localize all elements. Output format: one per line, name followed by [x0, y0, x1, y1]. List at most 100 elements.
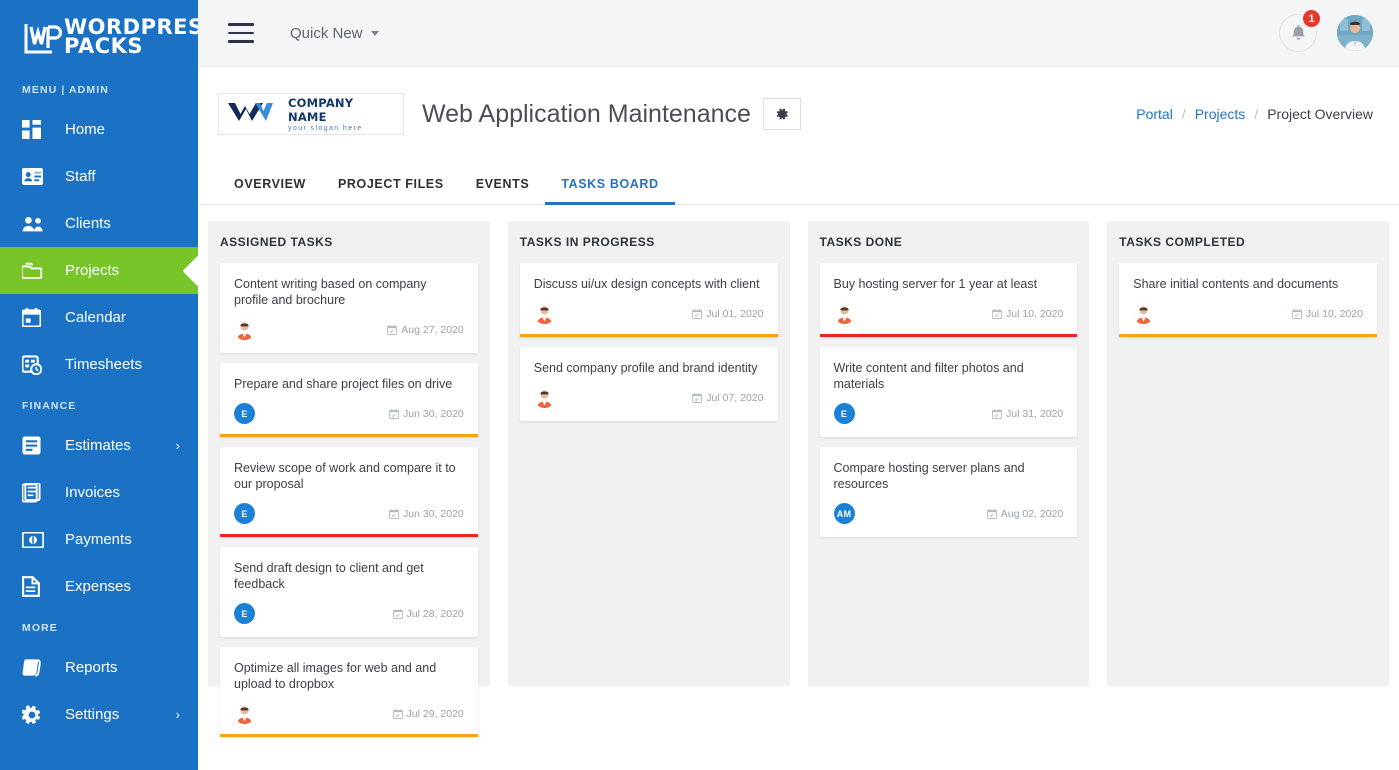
sidebar-item-clients[interactable]: Clients	[0, 200, 198, 247]
assignee-avatar-initials[interactable]: E	[234, 503, 255, 524]
calendar-icon	[389, 409, 399, 419]
task-due-date-label: Jun 30, 2020	[403, 408, 464, 420]
task-footer: Jul 10, 2020	[1133, 303, 1363, 324]
board-column-title: TASKS DONE	[820, 235, 1078, 249]
assignee-avatar-photo[interactable]	[234, 703, 255, 724]
board-column-title: TASKS IN PROGRESS	[520, 235, 778, 249]
company-logo-mark-icon	[226, 99, 284, 130]
assignee-avatar-photo[interactable]	[1133, 303, 1154, 324]
assignee-avatar-initials[interactable]: E	[234, 603, 255, 624]
task-card[interactable]: Buy hosting server for 1 year at leastJu…	[820, 263, 1078, 337]
task-card[interactable]: Send draft design to client and get feed…	[220, 547, 478, 637]
quick-new-label: Quick New	[290, 25, 363, 42]
task-card[interactable]: Write content and filter photos and mate…	[820, 347, 1078, 437]
calendar-icon	[393, 609, 403, 619]
assignee-avatar-photo[interactable]	[234, 319, 255, 340]
sidebar-item-payments[interactable]: Payments	[0, 516, 198, 563]
assignee-avatar-initials[interactable]: AM	[834, 503, 855, 524]
task-card[interactable]: Share initial contents and documentsJul …	[1119, 263, 1377, 337]
task-footer: Jul 01, 2020	[534, 303, 764, 324]
task-due-date: Jul 10, 2020	[992, 308, 1063, 320]
sidebar-section-label: MORE	[0, 610, 198, 644]
task-card[interactable]: Prepare and share project files on drive…	[220, 363, 478, 437]
breadcrumb-separator: /	[1182, 106, 1186, 122]
dashboard-icon	[22, 119, 48, 141]
estimate-icon	[22, 435, 48, 457]
task-due-date-label: Jul 01, 2020	[706, 308, 763, 320]
task-due-date: Jul 28, 2020	[393, 608, 464, 620]
folder-icon	[22, 260, 48, 282]
task-title: Write content and filter photos and mate…	[834, 360, 1064, 392]
calendar-icon	[987, 509, 997, 519]
sidebar-item-expenses[interactable]: Expenses	[0, 563, 198, 610]
task-card[interactable]: Optimize all images for web and and uplo…	[220, 647, 478, 737]
sidebar-item-home[interactable]: Home	[0, 106, 198, 153]
tab-events[interactable]: EVENTS	[460, 177, 546, 204]
sidebar-item-timesheets[interactable]: Timesheets	[0, 341, 198, 388]
top-bar: Quick New 1	[198, 0, 1399, 67]
task-due-date: Jul 29, 2020	[393, 708, 464, 720]
sidebar-item-invoices[interactable]: Invoices	[0, 469, 198, 516]
sidebar-item-label: Invoices	[65, 484, 198, 501]
calendar-icon	[992, 409, 1002, 419]
task-card[interactable]: Content writing based on company profile…	[220, 263, 478, 353]
user-avatar[interactable]	[1337, 15, 1373, 51]
task-due-date-label: Jul 31, 2020	[1006, 408, 1063, 420]
task-card[interactable]: Discuss ui/ux design concepts with clien…	[520, 263, 778, 337]
breadcrumb-item-projects[interactable]: Projects	[1195, 106, 1246, 122]
sidebar-nav: MENU | ADMINHomeStaff Clients ProjectsCale…	[0, 72, 198, 738]
tab-overview[interactable]: OVERVIEW	[218, 177, 322, 204]
company-name-label: COMPANY NAME	[288, 96, 396, 124]
sidebar-item-calendar[interactable]: Calendar	[0, 294, 198, 341]
sidebar-item-projects[interactable]: Projects	[0, 247, 198, 294]
money-icon	[22, 529, 48, 551]
sidebar-item-reports[interactable]: Reports	[0, 644, 198, 691]
sidebar-item-label: Settings	[65, 706, 176, 723]
task-due-date: Jul 10, 2020	[1292, 308, 1363, 320]
sidebar-item-estimates[interactable]: Estimates›	[0, 422, 198, 469]
assignee-avatar-initials[interactable]: E	[834, 403, 855, 424]
people-icon	[22, 213, 48, 235]
task-card[interactable]: Send company profile and brand identityJ…	[520, 347, 778, 421]
main-area: Quick New 1	[198, 0, 1399, 770]
task-title: Discuss ui/ux design concepts with clien…	[534, 276, 764, 292]
task-footer: E Jun 30, 2020	[234, 503, 464, 524]
task-card[interactable]: Review scope of work and compare it to o…	[220, 447, 478, 537]
chevron-right-icon: ›	[176, 438, 180, 453]
project-settings-button[interactable]	[763, 98, 801, 130]
assignee-avatar-photo[interactable]	[534, 303, 555, 324]
tab-project-files[interactable]: PROJECT FILES	[322, 177, 460, 204]
breadcrumb-item-portal[interactable]: Portal	[1136, 106, 1173, 122]
sidebar-item-staff[interactable]: Staff	[0, 153, 198, 200]
board-column-title: TASKS COMPLETED	[1119, 235, 1377, 249]
quick-new-dropdown[interactable]: Quick New	[290, 25, 379, 42]
chevron-down-icon	[371, 31, 379, 36]
id-card-icon	[22, 166, 48, 188]
task-card[interactable]: Compare hosting server plans and resourc…	[820, 447, 1078, 537]
project-logo: COMPANY NAME your slogan here	[218, 93, 404, 135]
assignee-avatar-initials[interactable]: E	[234, 403, 255, 424]
topbar-right: 1	[1279, 14, 1373, 52]
task-due-date-label: Jul 28, 2020	[407, 608, 464, 620]
breadcrumb: Portal / Projects / Project Overview	[1136, 106, 1373, 122]
calendar-icon	[692, 393, 702, 403]
assignee-avatar-photo[interactable]	[534, 387, 555, 408]
sidebar-item-label: Clients	[65, 215, 198, 232]
hamburger-icon[interactable]	[228, 23, 254, 43]
timesheet-icon	[22, 354, 48, 376]
assignee-avatar-photo[interactable]	[834, 303, 855, 324]
board-column-title: ASSIGNED TASKS	[220, 235, 478, 249]
tab-tasks-board[interactable]: TASKS BOARD	[545, 177, 674, 204]
sidebar-item-label: Expenses	[65, 578, 198, 595]
notifications-button[interactable]: 1	[1279, 14, 1317, 52]
bell-icon	[1290, 24, 1307, 42]
task-due-date-label: Jun 30, 2020	[403, 508, 464, 520]
chevron-right-icon: ›	[176, 707, 180, 722]
company-slogan-label: your slogan here	[288, 125, 396, 132]
task-footer: E Jun 30, 2020	[234, 403, 464, 424]
sidebar-item-settings[interactable]: Settings›	[0, 691, 198, 738]
sidebar-section-label: MENU | ADMIN	[0, 72, 198, 106]
task-footer: Aug 27, 2020	[234, 319, 464, 340]
brand-logo[interactable]: WORDPRESS PACKS	[0, 0, 198, 72]
app-root: WORDPRESS PACKS MENU | ADMINHomeStaff Cli…	[0, 0, 1399, 770]
